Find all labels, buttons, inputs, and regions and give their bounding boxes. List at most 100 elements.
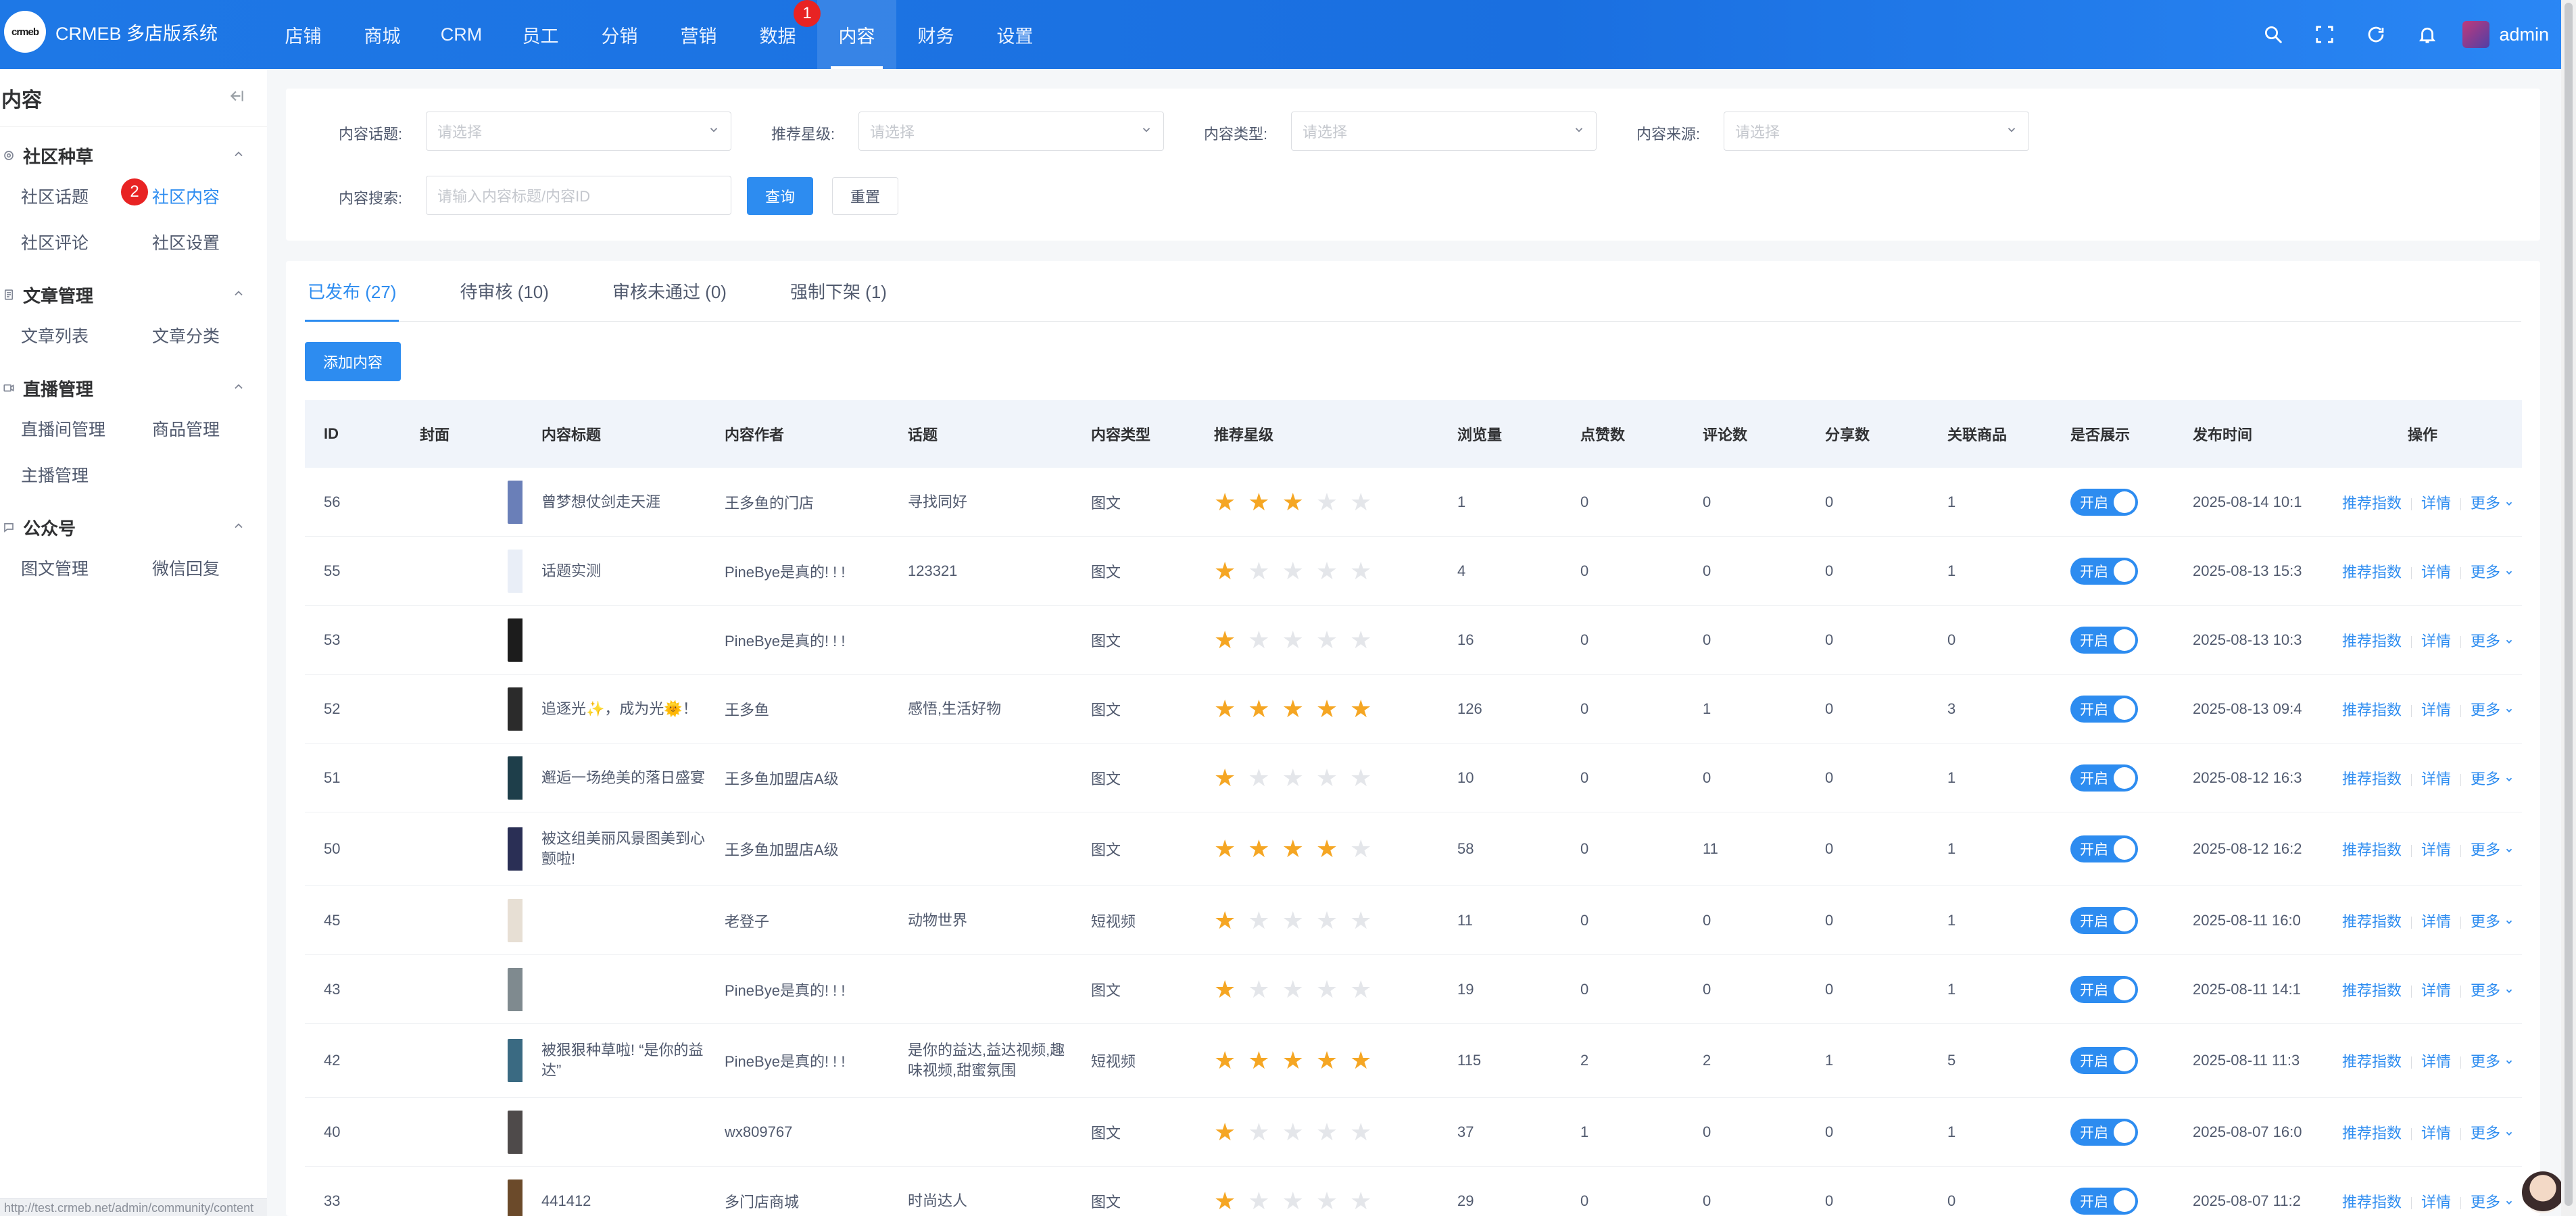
search-icon[interactable]: [2247, 0, 2299, 69]
star-rating[interactable]: ★ ★ ★ ★ ★: [1214, 490, 1438, 514]
tab-pending[interactable]: 待审核 (10): [457, 261, 551, 321]
recommend-index-link[interactable]: 推荐指数: [2342, 982, 2402, 999]
topic-select[interactable]: 请选择: [426, 112, 731, 151]
more-dropdown[interactable]: 更多: [2471, 982, 2514, 999]
group-live[interactable]: 直播管理: [0, 369, 267, 407]
group-article[interactable]: 文章管理: [0, 276, 267, 314]
fullscreen-icon[interactable]: [2299, 0, 2350, 69]
recommend-index-link[interactable]: 推荐指数: [2342, 1125, 2402, 1142]
more-dropdown[interactable]: 更多: [2471, 842, 2514, 858]
star-icon[interactable]: ★: [1282, 559, 1304, 583]
star-icon[interactable]: ★: [1282, 628, 1304, 652]
show-toggle[interactable]: 开启: [2070, 557, 2138, 585]
star-icon[interactable]: ★: [1350, 490, 1371, 514]
star-icon[interactable]: ★: [1316, 977, 1338, 1002]
show-toggle[interactable]: 开启: [2070, 975, 2138, 1003]
recommend-index-link[interactable]: 推荐指数: [2342, 1194, 2402, 1211]
star-select[interactable]: 请选择: [858, 112, 1164, 151]
recommend-index-link[interactable]: 推荐指数: [2342, 495, 2402, 512]
show-toggle[interactable]: 开启: [2070, 906, 2138, 934]
detail-link[interactable]: 详情: [2421, 564, 2451, 581]
recommend-index-link[interactable]: 推荐指数: [2342, 913, 2402, 930]
star-icon[interactable]: ★: [1214, 1048, 1236, 1073]
cover-image[interactable]: [508, 967, 523, 1011]
star-icon[interactable]: ★: [1316, 697, 1338, 721]
detail-link[interactable]: 详情: [2421, 1053, 2451, 1070]
star-rating[interactable]: ★ ★ ★ ★ ★: [1214, 837, 1438, 861]
star-icon[interactable]: ★: [1350, 1189, 1371, 1213]
detail-link[interactable]: 详情: [2421, 1125, 2451, 1142]
recommend-index-link[interactable]: 推荐指数: [2342, 633, 2402, 650]
more-dropdown[interactable]: 更多: [2471, 913, 2514, 930]
bell-icon[interactable]: [2402, 0, 2453, 69]
star-icon[interactable]: ★: [1248, 628, 1269, 652]
nav-distribution[interactable]: 分销: [580, 0, 659, 69]
more-dropdown[interactable]: 更多: [2471, 702, 2514, 719]
star-icon[interactable]: ★: [1214, 908, 1236, 933]
nav-staff[interactable]: 员工: [501, 0, 580, 69]
star-icon[interactable]: ★: [1214, 697, 1236, 721]
sidebar-item-community-content[interactable]: 社区内容: [152, 174, 283, 220]
cover-image[interactable]: [508, 687, 523, 731]
brand[interactable]: crmeb CRMEB 多店版系统: [4, 11, 218, 53]
user-name[interactable]: admin: [2499, 24, 2549, 45]
star-rating[interactable]: ★ ★ ★ ★ ★: [1214, 908, 1438, 933]
show-toggle[interactable]: 开启: [2070, 488, 2138, 516]
nav-settings[interactable]: 设置: [975, 0, 1054, 69]
nav-marketing[interactable]: 营销: [659, 0, 738, 69]
tab-published[interactable]: 已发布 (27): [305, 261, 399, 322]
star-icon[interactable]: ★: [1282, 1048, 1304, 1073]
detail-link[interactable]: 详情: [2421, 702, 2451, 719]
query-button[interactable]: 查询: [747, 177, 813, 215]
star-icon[interactable]: ★: [1248, 490, 1269, 514]
customer-service-avatar[interactable]: [2522, 1171, 2564, 1213]
detail-link[interactable]: 详情: [2421, 1194, 2451, 1211]
star-icon[interactable]: ★: [1316, 559, 1338, 583]
star-icon[interactable]: ★: [1282, 766, 1304, 790]
star-icon[interactable]: ★: [1248, 559, 1269, 583]
star-icon[interactable]: ★: [1248, 697, 1269, 721]
star-icon[interactable]: ★: [1316, 1120, 1338, 1144]
sidebar-item-live-room[interactable]: 直播间管理: [21, 407, 152, 453]
star-icon[interactable]: ★: [1214, 837, 1236, 861]
star-icon[interactable]: ★: [1248, 908, 1269, 933]
star-icon[interactable]: ★: [1350, 837, 1371, 861]
type-select[interactable]: 请选择: [1291, 112, 1597, 151]
star-icon[interactable]: ★: [1350, 1120, 1371, 1144]
more-dropdown[interactable]: 更多: [2471, 771, 2514, 787]
nav-store[interactable]: 店铺: [264, 0, 343, 69]
star-icon[interactable]: ★: [1350, 559, 1371, 583]
star-icon[interactable]: ★: [1350, 908, 1371, 933]
show-toggle[interactable]: 开启: [2070, 764, 2138, 792]
detail-link[interactable]: 详情: [2421, 913, 2451, 930]
recommend-index-link[interactable]: 推荐指数: [2342, 564, 2402, 581]
cover-image[interactable]: [508, 898, 523, 942]
show-toggle[interactable]: 开启: [2070, 695, 2138, 723]
star-icon[interactable]: ★: [1282, 837, 1304, 861]
star-icon[interactable]: ★: [1214, 766, 1236, 790]
group-wechat[interactable]: 公众号: [0, 508, 267, 546]
more-dropdown[interactable]: 更多: [2471, 1125, 2514, 1142]
sidebar-item-article-list[interactable]: 文章列表: [21, 314, 152, 360]
star-rating[interactable]: ★ ★ ★ ★ ★: [1214, 628, 1438, 652]
star-icon[interactable]: ★: [1316, 837, 1338, 861]
detail-link[interactable]: 详情: [2421, 495, 2451, 512]
sidebar-item-live-anchor[interactable]: 主播管理: [21, 453, 152, 499]
star-icon[interactable]: ★: [1248, 1120, 1269, 1144]
star-icon[interactable]: ★: [1350, 628, 1371, 652]
star-icon[interactable]: ★: [1248, 766, 1269, 790]
star-rating[interactable]: ★ ★ ★ ★ ★: [1214, 766, 1438, 790]
star-icon[interactable]: ★: [1248, 977, 1269, 1002]
star-rating[interactable]: ★ ★ ★ ★ ★: [1214, 1189, 1438, 1213]
star-icon[interactable]: ★: [1214, 628, 1236, 652]
star-icon[interactable]: ★: [1316, 908, 1338, 933]
star-icon[interactable]: ★: [1350, 697, 1371, 721]
star-icon[interactable]: ★: [1316, 628, 1338, 652]
show-toggle[interactable]: 开启: [2070, 626, 2138, 654]
detail-link[interactable]: 详情: [2421, 771, 2451, 787]
show-toggle[interactable]: 开启: [2070, 1187, 2138, 1215]
nav-crm[interactable]: CRM: [422, 0, 501, 69]
star-icon[interactable]: ★: [1282, 1120, 1304, 1144]
detail-link[interactable]: 详情: [2421, 982, 2451, 999]
avatar[interactable]: [2462, 21, 2490, 48]
